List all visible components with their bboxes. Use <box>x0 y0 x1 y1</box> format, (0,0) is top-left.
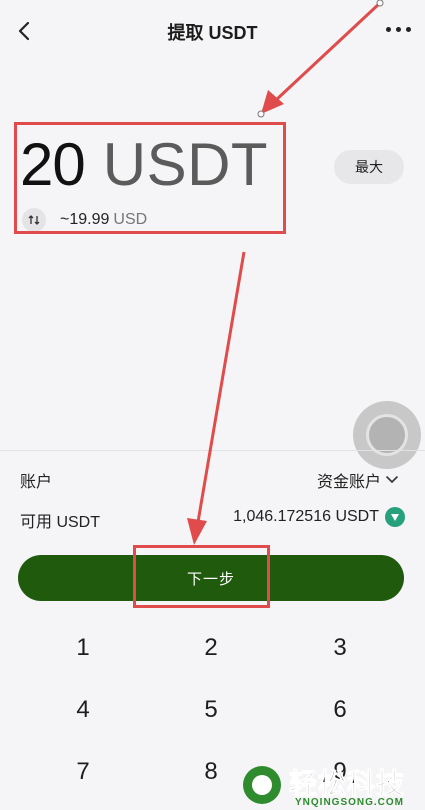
keypad-key[interactable]: 4 <box>23 690 143 730</box>
keypad-key[interactable]: 6 <box>280 690 400 730</box>
next-highlight-box <box>133 545 270 608</box>
more-dot-icon <box>386 27 391 32</box>
watermark-logo-icon <box>243 766 281 804</box>
available-label: 可用 USDT <box>20 514 101 531</box>
watermark: 轻松科技 YNQINGSONG.COM <box>235 760 425 810</box>
keypad-key[interactable]: 3 <box>280 628 400 668</box>
max-button[interactable]: 最大 <box>334 150 404 184</box>
watermark-domain: YNQINGSONG.COM <box>295 797 405 808</box>
page-title: 提取 USDT <box>167 23 258 43</box>
amount-highlight-box <box>14 122 286 234</box>
divider <box>0 450 425 451</box>
more-dot-icon <box>406 27 411 32</box>
available-balance: 1,046.172516 USDT <box>233 508 379 525</box>
account-selector[interactable]: 资金账户 <box>317 468 381 492</box>
floating-assistive-button[interactable] <box>353 401 421 469</box>
keypad-key[interactable]: 7 <box>23 752 143 792</box>
keypad-key[interactable]: 5 <box>151 690 271 730</box>
more-options-button[interactable] <box>386 27 411 32</box>
watermark-brand: 轻松科技 <box>288 768 406 800</box>
more-dot-icon <box>396 27 401 32</box>
keypad-key[interactable]: 1 <box>23 628 143 668</box>
arrow-to-next <box>187 251 246 545</box>
account-label: 账户 <box>20 474 53 491</box>
chevron-down-icon[interactable] <box>385 472 399 486</box>
usdt-token-icon <box>385 507 405 527</box>
header-bar: 提取 USDT <box>0 0 425 62</box>
keypad-key[interactable]: 2 <box>151 628 271 668</box>
